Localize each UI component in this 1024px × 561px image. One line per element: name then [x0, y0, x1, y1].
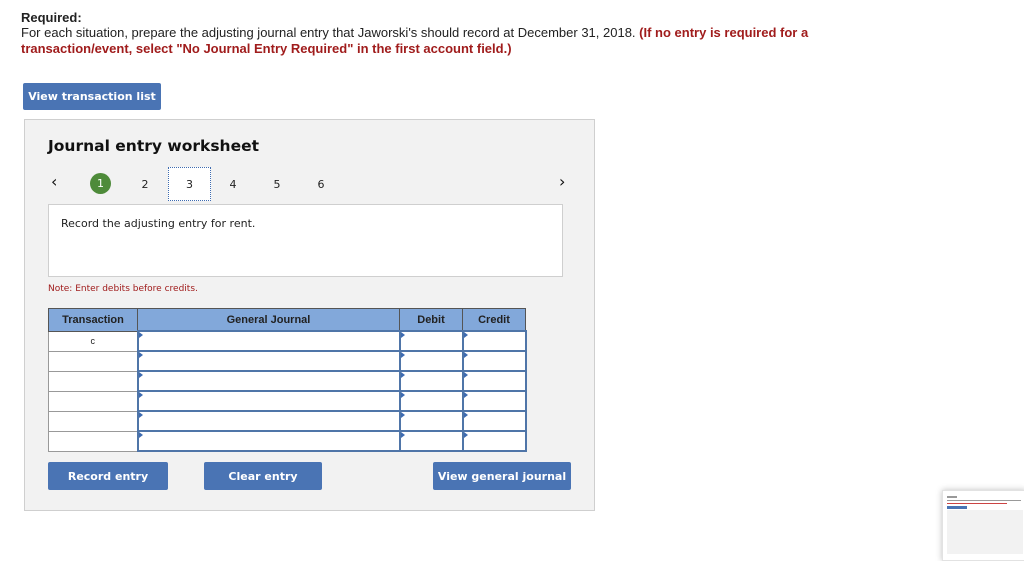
thumbnail-button	[947, 506, 967, 509]
thumbnail-line	[947, 496, 957, 498]
account-select[interactable]	[136, 350, 401, 372]
credit-input[interactable]	[461, 330, 527, 352]
instruction-text: For each situation, prepare the adjustin…	[21, 25, 636, 40]
instructions: For each situation, prepare the adjustin…	[21, 25, 841, 57]
chevron-right-icon[interactable]: ›	[559, 172, 565, 191]
credit-input[interactable]	[461, 390, 527, 412]
debit-input[interactable]	[398, 430, 464, 452]
step-tab-1[interactable]: 1	[90, 173, 111, 194]
table-row	[48, 390, 527, 412]
journal-table: Transaction General Journal Debit Credit…	[48, 308, 527, 452]
credit-input[interactable]	[461, 350, 527, 372]
entry-description: Record the adjusting entry for rent.	[61, 217, 256, 230]
step-tab-3[interactable]: 3	[168, 167, 211, 201]
required-label: Required:	[21, 10, 82, 25]
page-thumbnail-preview[interactable]	[942, 490, 1024, 561]
credit-input[interactable]	[461, 430, 527, 452]
table-row	[48, 430, 527, 452]
debit-input[interactable]	[398, 390, 464, 412]
account-select[interactable]	[136, 410, 401, 432]
entry-description-box: Record the adjusting entry for rent.	[48, 204, 563, 277]
thumbnail-line	[947, 503, 1007, 504]
clear-entry-button[interactable]: Clear entry	[204, 462, 322, 490]
transaction-cell	[48, 370, 138, 392]
journal-entry-worksheet-panel: Journal entry worksheet ‹ 1 2 3 4 5 6 › …	[24, 119, 595, 511]
table-header-row: Transaction General Journal Debit Credit	[48, 308, 526, 332]
column-header-general-journal: General Journal	[137, 308, 400, 332]
account-select[interactable]	[136, 330, 401, 352]
step-tab-4[interactable]: 4	[222, 173, 244, 195]
debit-input[interactable]	[398, 370, 464, 392]
table-row	[48, 410, 527, 432]
debit-input[interactable]	[398, 350, 464, 372]
table-row	[48, 350, 527, 372]
thumbnail-panel	[947, 510, 1023, 554]
debits-credits-note: Note: Enter debits before credits.	[48, 284, 198, 294]
account-select[interactable]	[136, 370, 401, 392]
debit-input[interactable]	[398, 330, 464, 352]
account-select[interactable]	[136, 430, 401, 452]
table-row: c	[48, 330, 527, 352]
view-transaction-list-button[interactable]: View transaction list	[23, 83, 161, 110]
column-header-debit: Debit	[399, 308, 463, 332]
worksheet-title: Journal entry worksheet	[48, 137, 260, 155]
chevron-left-icon[interactable]: ‹	[51, 172, 57, 191]
step-tab-2[interactable]: 2	[134, 173, 156, 195]
table-row	[48, 370, 527, 392]
record-entry-button[interactable]: Record entry	[48, 462, 168, 490]
transaction-cell: c	[48, 330, 138, 352]
credit-input[interactable]	[461, 410, 527, 432]
credit-input[interactable]	[461, 370, 527, 392]
transaction-cell	[48, 410, 138, 432]
transaction-cell	[48, 430, 138, 452]
transaction-cell	[48, 350, 138, 372]
column-header-transaction: Transaction	[48, 308, 138, 332]
step-tab-6[interactable]: 6	[310, 173, 332, 195]
transaction-cell	[48, 390, 138, 412]
thumbnail-line	[947, 500, 1021, 501]
debit-input[interactable]	[398, 410, 464, 432]
account-select[interactable]	[136, 390, 401, 412]
view-general-journal-button[interactable]: View general journal	[433, 462, 571, 490]
column-header-credit: Credit	[462, 308, 526, 332]
step-tab-5[interactable]: 5	[266, 173, 288, 195]
